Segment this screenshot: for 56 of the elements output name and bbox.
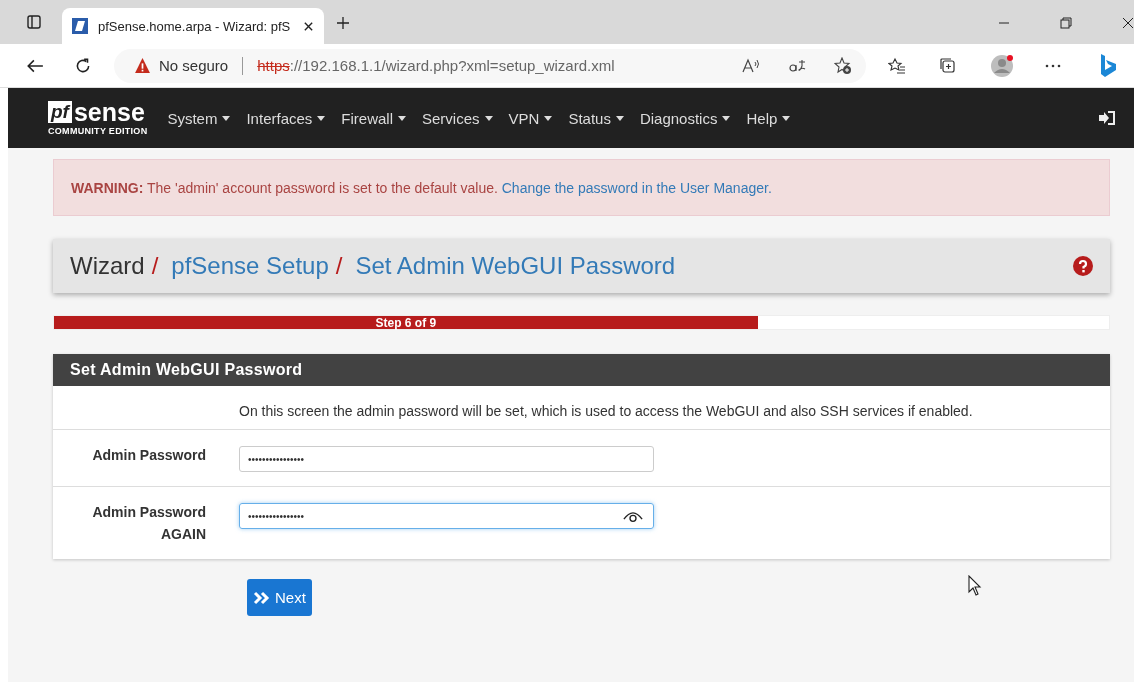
show-password-icon[interactable]	[623, 509, 643, 523]
caret-icon	[722, 115, 731, 121]
caret-icon	[615, 115, 624, 121]
warning-icon	[134, 57, 151, 74]
breadcrumb-item[interactable]: Set Admin WebGUI Password	[355, 252, 676, 280]
close-icon[interactable]	[303, 20, 314, 32]
caret-icon	[544, 115, 553, 121]
mouse-cursor-icon	[968, 575, 982, 597]
refresh-icon[interactable]	[74, 56, 92, 75]
nav-menu-item[interactable]: Help	[746, 109, 791, 127]
logo-mark: pf	[48, 101, 72, 123]
new-tab-icon[interactable]	[336, 16, 350, 30]
logo-edition: COMMUNITY EDITION	[48, 126, 148, 136]
breadcrumb-separator: /	[151, 252, 159, 280]
double-chevron-icon	[253, 590, 271, 605]
password-field[interactable]: ••••••••••••••••	[239, 503, 654, 529]
caret-icon	[398, 115, 406, 121]
address-bar[interactable]: No seguro https://192.168.1.1/wizard.php?xml=setup_wizard.xml	[114, 48, 866, 83]
site-favicon-icon	[72, 18, 88, 34]
read-aloud-icon[interactable]	[742, 56, 760, 75]
help-icon[interactable]	[1073, 256, 1093, 276]
browser-tab[interactable]: pfSense.home.arpa - Wizard: pfS	[62, 8, 324, 44]
collections-icon[interactable]	[939, 56, 957, 75]
breadcrumb-item[interactable]: pfSense Setup	[171, 252, 329, 280]
restore-icon[interactable]	[1060, 17, 1072, 29]
nav-menu-item[interactable]: Interfaces	[246, 109, 326, 127]
favorites-icon[interactable]	[888, 56, 906, 75]
favorite-add-icon[interactable]	[834, 56, 852, 75]
logo-wordmark: sense	[73, 100, 145, 124]
nav-menu-item[interactable]: Diagnostics	[639, 109, 731, 127]
progress-label: Step 6 of 9	[375, 315, 437, 330]
breadcrumb-item: Wizard	[70, 252, 145, 280]
nav-menu-item[interactable]: VPN	[508, 109, 553, 127]
close-icon[interactable]	[1122, 17, 1134, 29]
field-label: Admin Password	[92, 447, 206, 463]
profile-avatar-icon[interactable]	[990, 53, 1014, 78]
tab-actions-icon[interactable]	[26, 14, 42, 30]
field-label: Admin Password AGAIN	[92, 504, 206, 542]
nav-menu-item[interactable]: Status	[568, 109, 624, 127]
password-field[interactable]: ••••••••••••••••	[239, 446, 654, 472]
logout-icon[interactable]	[1098, 110, 1116, 126]
next-button[interactable]: Next	[247, 579, 312, 616]
panel-title: Set Admin WebGUI Password	[70, 361, 303, 379]
warning-message: WARNING: The 'admin' account password is set to the default value. Change the password in the User Manager.	[71, 179, 772, 196]
nav-menu-item[interactable]: Firewall	[341, 109, 406, 127]
caret-icon	[782, 115, 791, 121]
caret-icon	[484, 115, 493, 121]
description-text: On this screen the admin password will be set, which is used to access the WebGUI and also SSH services if enabled.	[239, 403, 973, 419]
caret-icon	[222, 115, 231, 121]
breadcrumb-separator: /	[335, 252, 343, 280]
url-text: https://192.168.1.1/wizard.php?xml=setup_wizard.xml	[257, 57, 615, 74]
security-label: No seguro	[159, 57, 229, 74]
user-manager-link[interactable]: Change the password in the User Manager.	[501, 179, 772, 196]
caret-icon	[317, 115, 326, 121]
nav-menu-item[interactable]: Services	[422, 109, 493, 127]
nav-menu-item[interactable]: System	[167, 109, 231, 127]
